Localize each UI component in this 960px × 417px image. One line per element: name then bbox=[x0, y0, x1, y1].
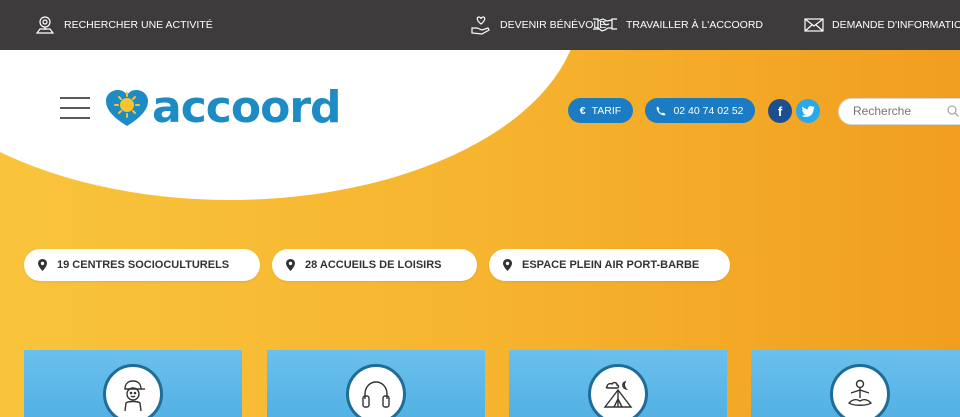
info-request-link[interactable]: DEMANDE D'INFORMATION bbox=[804, 0, 960, 50]
search-activity-link[interactable]: RECHERCHER UNE ACTIVITÉ bbox=[34, 0, 213, 50]
phone-label: 02 40 74 02 52 bbox=[673, 104, 744, 117]
category-card-children[interactable] bbox=[24, 350, 242, 417]
yoga-icon bbox=[847, 379, 873, 406]
search-icon[interactable] bbox=[947, 105, 959, 117]
chip-centres-socioculturels[interactable]: 19 CENTRES SOCIOCULTURELS bbox=[24, 249, 260, 281]
accoord-logo[interactable]: accoord bbox=[104, 82, 342, 133]
heart-hand-icon bbox=[471, 16, 490, 35]
volunteer-link[interactable]: DEVENIR BÉNÉVOLE bbox=[470, 0, 606, 50]
card-icon-circle bbox=[588, 364, 648, 417]
card-icon-circle bbox=[346, 364, 406, 417]
chip-accueils-de-loisirs[interactable]: 28 ACCUEILS DE LOISIRS bbox=[272, 249, 477, 281]
hamburger-menu-button[interactable] bbox=[60, 97, 90, 119]
category-card-outdoor[interactable] bbox=[509, 350, 727, 417]
work-link[interactable]: TRAVAILLER À L'ACCOORD bbox=[592, 0, 763, 50]
location-search-icon bbox=[35, 16, 55, 34]
page: RECHERCHER UNE ACTIVITÉ DEVENIR BÉNÉVOLE… bbox=[0, 0, 960, 417]
map-marker-icon bbox=[38, 259, 47, 271]
search-input[interactable] bbox=[851, 103, 945, 119]
handshake-icon bbox=[593, 18, 617, 32]
logo-text: accoord bbox=[152, 82, 342, 133]
phone-icon bbox=[656, 106, 666, 115]
info-request-label: DEMANDE D'INFORMATION bbox=[832, 19, 960, 31]
headphones-icon bbox=[362, 381, 390, 408]
chip-label: ESPACE PLEIN AIR PORT-BARBE bbox=[522, 259, 700, 271]
work-label: TRAVAILLER À L'ACCOORD bbox=[626, 19, 763, 31]
sun-heart-logo-icon bbox=[106, 90, 148, 126]
category-card-music[interactable] bbox=[267, 350, 485, 417]
top-bar: RECHERCHER UNE ACTIVITÉ DEVENIR BÉNÉVOLE… bbox=[0, 0, 960, 50]
tarif-button[interactable]: € TARIF bbox=[568, 98, 633, 123]
tent-icon bbox=[603, 380, 633, 408]
child-icon bbox=[124, 380, 145, 411]
phone-button[interactable]: 02 40 74 02 52 bbox=[645, 98, 755, 123]
twitter-button[interactable] bbox=[796, 99, 820, 123]
chip-espace-plein-air[interactable]: ESPACE PLEIN AIR PORT-BARBE bbox=[489, 249, 730, 281]
chip-label: 28 ACCUEILS DE LOISIRS bbox=[305, 259, 442, 271]
category-card-wellbeing[interactable] bbox=[751, 350, 960, 417]
map-marker-icon bbox=[286, 259, 295, 271]
envelope-icon bbox=[804, 18, 824, 32]
euro-icon: € bbox=[579, 104, 586, 117]
chip-label: 19 CENTRES SOCIOCULTURELS bbox=[57, 259, 230, 271]
facebook-button[interactable]: f bbox=[768, 99, 792, 123]
twitter-bird-icon bbox=[801, 105, 814, 117]
volunteer-label: DEVENIR BÉNÉVOLE bbox=[500, 19, 607, 31]
tarif-label: TARIF bbox=[591, 104, 622, 117]
map-marker-icon bbox=[503, 259, 512, 271]
site-search bbox=[838, 98, 960, 125]
card-icon-circle bbox=[830, 364, 890, 417]
facebook-icon: f bbox=[777, 103, 783, 119]
card-icon-circle bbox=[103, 364, 163, 417]
search-activity-label: RECHERCHER UNE ACTIVITÉ bbox=[64, 19, 213, 31]
